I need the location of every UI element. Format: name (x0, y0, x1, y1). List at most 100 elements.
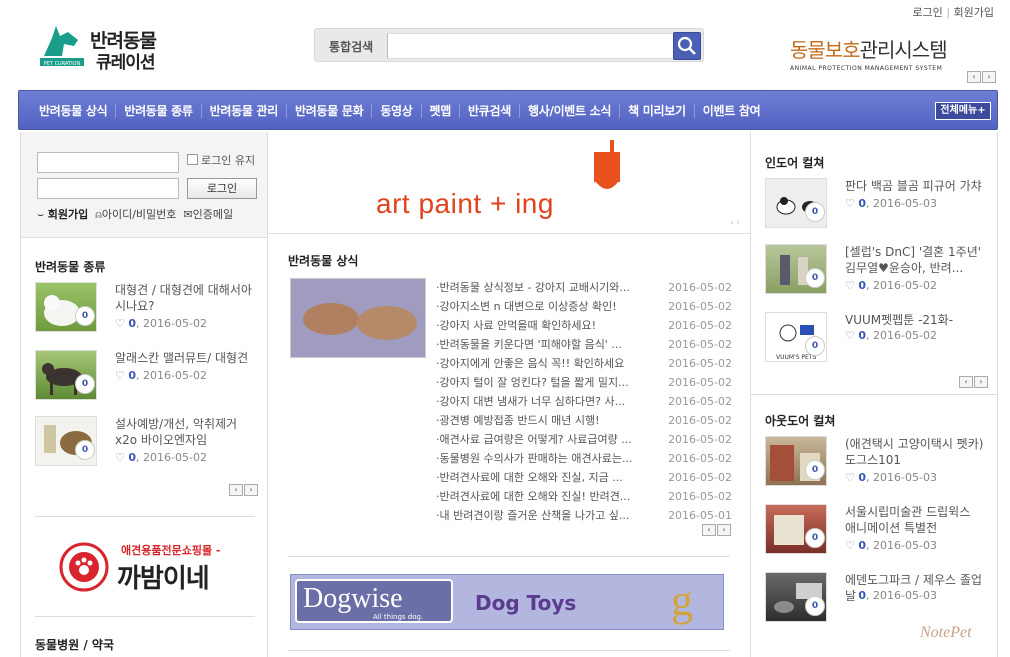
prev-arrow-icon[interactable]: ‹ (229, 484, 243, 496)
main-nav: 반려동물 상식 반려동물 종류 반려동물 관리 반려동물 문화 동영상 펫맵 반… (18, 90, 998, 130)
list-item-date: 2016-05-02 (668, 471, 732, 484)
nav-item[interactable]: 이벤트 참여 (695, 104, 769, 118)
list-item[interactable]: ·애견사료 급여량은 어떻게? 사료급여량 ... 2016-05-02 (436, 430, 732, 449)
all-menu-button[interactable]: 전체메뉴+ (935, 102, 991, 120)
verify-mail-link[interactable]: 인증메일 (193, 208, 233, 221)
nav-item[interactable]: 동영상 (372, 104, 422, 118)
list-item[interactable]: ·강아지 털이 잘 엉킨다? 털을 짧게 밀지... 2016-05-02 (436, 373, 732, 392)
list-item-date: 2016-05-02 (668, 395, 732, 408)
nav-item[interactable]: 반큐검색 (460, 104, 520, 118)
nav-item[interactable]: 반려동물 상식 (31, 104, 117, 118)
kinds-title[interactable]: 반려동물 종류 (35, 258, 105, 275)
hospital-title[interactable]: 동물병원 / 약국 (35, 636, 114, 653)
outdoor-item-title[interactable]: (애견택시 고양이택시 펫카) 도그스101 (845, 436, 985, 468)
list-item-date: 2016-05-02 (668, 376, 732, 389)
nav-item[interactable]: 펫맵 (422, 104, 461, 118)
list-item-title[interactable]: ·반려견사료에 대한 오해와 진실, 지금 ... (436, 468, 636, 487)
prev-arrow-icon[interactable]: ‹ (959, 376, 973, 388)
list-item-title[interactable]: ·반려동물을 키운다면 '피해야할 음식' ... (436, 335, 636, 354)
comment-count-badge: 0 (75, 374, 95, 394)
divider (288, 650, 730, 651)
nav-item[interactable]: 반려동물 문화 (287, 104, 373, 118)
nav-item[interactable]: 반려동물 관리 (202, 104, 287, 118)
next-arrow-icon[interactable]: › (982, 71, 996, 83)
indoor-item-meta: ♡ 0, 2016-05-02 (845, 329, 937, 342)
kkabam-name: 까밤이네 (117, 564, 210, 594)
indoor-item-title[interactable]: 판다 백곰 블곰 피규어 가챠 (845, 178, 985, 194)
search-input[interactable] (387, 33, 683, 59)
join-link[interactable]: 회원가입 (48, 208, 88, 221)
list-item-title[interactable]: ·반려동물 상식정보 - 강아지 교배시기와... (436, 278, 636, 297)
list-item[interactable]: ·반려견사료에 대한 오해와 진실, 지금 ... 2016-05-02 (436, 468, 732, 487)
list-item[interactable]: ·내 반려견이랑 즐거운 산책을 나가고 싶... 2016-05-01 (436, 506, 732, 525)
list-item-date: 2016-05-02 (668, 281, 732, 294)
kinds-item-count: 0 (128, 317, 137, 330)
list-item-title[interactable]: ·동물병원 수의사가 판매하는 애견사료는... (436, 449, 636, 468)
list-item[interactable]: ·광견병 예방접종 반드시 매년 시행! 2016-05-02 (436, 411, 732, 430)
id-field[interactable] (37, 152, 179, 173)
dogwise-logo: Dogwise All things dog. (295, 579, 453, 623)
animal-protection-banner[interactable]: 동물보호관리시스템 ANIMAL PROTECTION MANAGEMENT S… (790, 34, 990, 72)
list-item-date: 2016-05-02 (668, 490, 732, 503)
comment-icon: ♡ (845, 329, 859, 342)
password-field[interactable] (37, 178, 179, 199)
list-item-title[interactable]: ·강아지소변 n 대변으로 이상증상 확인! (436, 297, 636, 316)
kinds-item-title[interactable]: 설사예방/개선, 악취제거 x2o 바이오엔자임 (115, 416, 255, 448)
next-arrow-icon[interactable]: › (244, 484, 258, 496)
comment-count-badge: 0 (75, 306, 95, 326)
signup-link[interactable]: 회원가입 (954, 6, 994, 19)
indoor-item-title[interactable]: VUUM펫펩툰 -21화- (845, 312, 985, 328)
knowledge-photo[interactable] (290, 278, 426, 358)
list-item-title[interactable]: ·강아지 사료 안먹을때 확인하세요! (436, 316, 636, 335)
kkabam-banner[interactable]: 애견용품전문쇼핑몰 - 까밤이네 (57, 536, 237, 602)
list-item[interactable]: ·반려동물을 키운다면 '피해야할 음식' ... 2016-05-02 (436, 335, 732, 354)
list-item[interactable]: ·강아지에게 안좋은 음식 꼭!! 확인하세요 2016-05-02 (436, 354, 732, 373)
outdoor-title[interactable]: 아웃도어 컬쳐 (765, 412, 835, 429)
list-item-title[interactable]: ·강아지에게 안좋은 음식 꼭!! 확인하세요 (436, 354, 636, 373)
art-paint-banner[interactable]: art paint + ing ‹ › (268, 132, 750, 234)
outdoor-item-date: 2016-05-03 (873, 471, 937, 484)
indoor-title[interactable]: 인도어 컬쳐 (765, 154, 824, 171)
list-item-title[interactable]: ·강아지 대변 냄새가 너무 심하다면? 사... (436, 392, 636, 411)
indoor-item-meta: ♡ 0, 2016-05-03 (845, 197, 937, 210)
list-item[interactable]: ·강아지 대변 냄새가 너무 심하다면? 사... 2016-05-02 (436, 392, 732, 411)
dogwise-name: Dogwise (303, 583, 403, 614)
list-item[interactable]: ·강아지소변 n 대변으로 이상증상 확인! 2016-05-02 (436, 297, 732, 316)
top-links: 로그인 | 회원가입 (912, 6, 994, 19)
list-item-title[interactable]: ·애견사료 급여량은 어떻게? 사료급여량 ... (436, 430, 636, 449)
next-arrow-icon[interactable]: › (974, 376, 988, 388)
list-item[interactable]: ·강아지 사료 안먹을때 확인하세요! 2016-05-02 (436, 316, 732, 335)
login-box: 로그인 유지 로그인 ⌣ 회원가입 ⍝아이디/비밀번호 ✉인증메일 (21, 132, 267, 238)
knowledge-title[interactable]: 반려동물 상식 (288, 252, 358, 269)
paw-seal-icon (59, 542, 109, 592)
prev-arrow-icon[interactable]: ‹ (967, 71, 981, 83)
indoor-item-title[interactable]: [셀럽's DnC] '결혼 1주년' 김무열♥윤승아, 반려... (845, 244, 985, 276)
find-account-link[interactable]: 아이디/비밀번호 (102, 208, 177, 221)
nav-item[interactable]: 행사/이벤트 소식 (520, 104, 621, 118)
login-links: ⌣ 회원가입 ⍝아이디/비밀번호 ✉인증메일 (37, 206, 233, 222)
list-item[interactable]: ·반려동물 상식정보 - 강아지 교배시기와... 2016-05-02 (436, 278, 732, 297)
outdoor-item-title[interactable]: 서울시립미술관 드립윅스 애니메이션 특별전 (845, 504, 985, 536)
prev-arrow-icon[interactable]: ‹ (702, 524, 716, 536)
site-logo[interactable]: PET CURATION 반려동물 큐레이션 (38, 22, 178, 73)
kinds-item-title[interactable]: 대형견 / 대형견에 대해서아시나요? (115, 282, 255, 314)
kinds-item-title[interactable]: 알래스칸 맬러뮤트/ 대형견 (115, 350, 255, 366)
outdoor-item-count: 0 (858, 539, 867, 552)
outdoor-item-meta: ♡ 0, 2016-05-03 (845, 539, 937, 552)
comment-icon: ♡ (115, 317, 129, 330)
list-item-title[interactable]: ·내 반려견이랑 즐거운 산책을 나가고 싶... (436, 506, 636, 525)
search-button[interactable] (673, 32, 701, 60)
list-item-title[interactable]: ·강아지 털이 잘 엉킨다? 털을 짧게 밀지... (436, 373, 636, 392)
keep-login-checkbox[interactable] (187, 154, 198, 165)
list-item-title[interactable]: ·반려견사료에 대한 오해와 진실! 반려견... (436, 487, 636, 506)
login-button[interactable]: 로그인 (187, 178, 257, 199)
next-arrow-icon[interactable]: › (717, 524, 731, 536)
nav-item[interactable]: 반려동물 종류 (116, 104, 202, 118)
dogwise-banner[interactable]: Dogwise All things dog. Dog Toys g (290, 574, 724, 630)
list-item[interactable]: ·동물병원 수의사가 판매하는 애견사료는... 2016-05-02 (436, 449, 732, 468)
login-link[interactable]: 로그인 (912, 6, 942, 19)
kinds-item-date: 2016-05-02 (143, 369, 207, 382)
list-item-title[interactable]: ·광견병 예방접종 반드시 매년 시행! (436, 411, 636, 430)
list-item[interactable]: ·반려견사료에 대한 오해와 진실! 반려견... 2016-05-02 (436, 487, 732, 506)
nav-item[interactable]: 책 미리보기 (620, 104, 695, 118)
